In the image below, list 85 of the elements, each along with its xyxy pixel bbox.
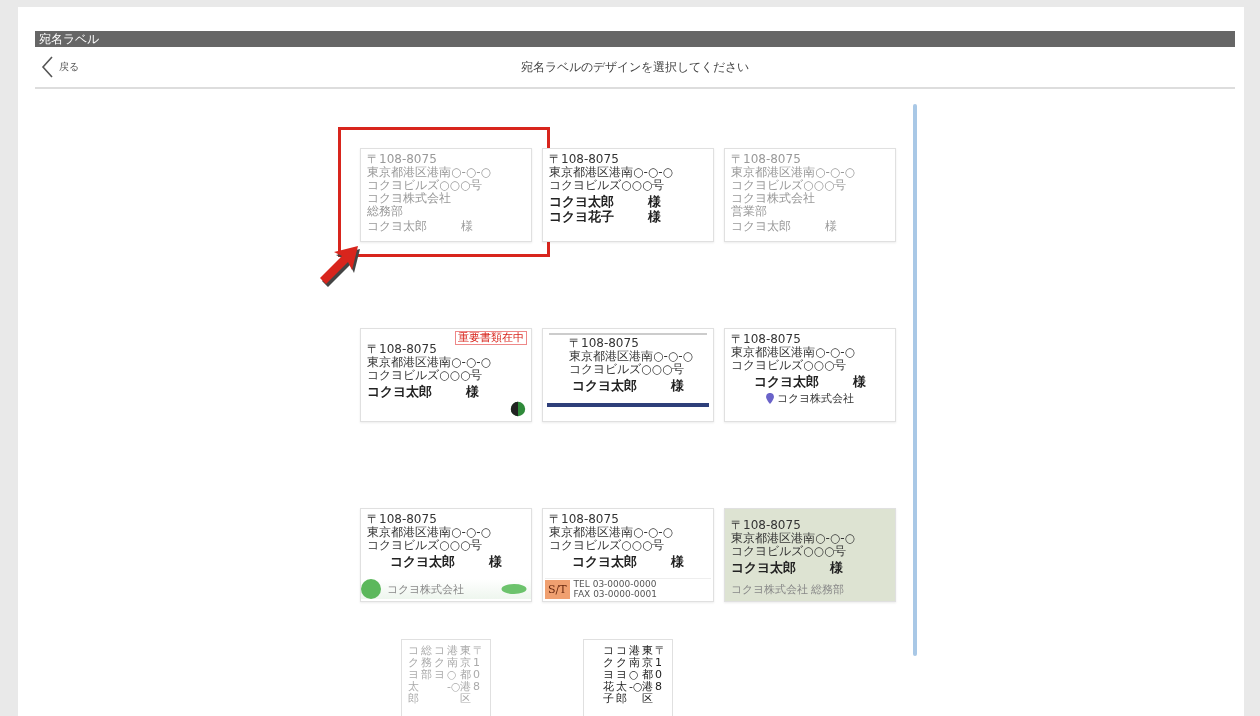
address-line: コクヨビルズ○○○号: [731, 359, 848, 372]
address-line: 東京都港区港南○-○-○: [731, 166, 857, 179]
address-line: コクヨビルズ○○○号: [549, 179, 666, 192]
circle-logo-icon: [510, 401, 526, 417]
vertical-text: コクヨ: [434, 645, 445, 684]
honorific: 様: [830, 560, 843, 575]
label-card[interactable]: 〒108-8075 東京都港区港南○-○-○ コクヨビルズ○○○号 コクヨ太郎 様 コクヨ株式会社: [360, 508, 532, 602]
circle-mark-icon: [361, 579, 381, 599]
address-line: 東京都港区港南○-○-○: [367, 526, 493, 539]
organization-line: 総務部: [367, 205, 404, 218]
address-line: コクヨビルズ○○○号: [569, 363, 686, 376]
honorific: 様: [671, 554, 684, 569]
page-title: 宛名ラベルのデザインを選択してください: [521, 58, 749, 76]
recipient-name: コクヨ太郎: [731, 560, 796, 575]
address-line: 〒108-8075: [731, 153, 802, 166]
address-line: コクヨビルズ○○○号: [549, 539, 666, 552]
vertical-text: コクヨ太郎: [408, 645, 419, 708]
honorific: 様: [461, 220, 473, 233]
address-line: 東京都港区港南○-○-○: [549, 166, 675, 179]
address-line: 東京都港区港南○-○-○: [367, 166, 493, 179]
contact-line: TEL 03-0000-0000: [573, 579, 657, 589]
app-title: 宛名ラベル: [39, 30, 99, 48]
vertical-text: 〒108: [473, 645, 484, 696]
address-line: 〒108-8075: [367, 343, 438, 356]
address-line: コクヨビルズ○○○号: [367, 369, 484, 382]
recipient-name: コクヨ花子: [549, 209, 614, 224]
recipient-name: コクヨ太郎: [367, 384, 432, 399]
label-card[interactable]: 〒108-8075 東京都港区港南○-○-○ コクヨビルズ○○○号 コクヨ太郎 様: [542, 328, 714, 422]
recipient-name: コクヨ太郎: [390, 554, 455, 569]
honorific: 様: [825, 220, 837, 233]
organization-line: コクヨ株式会社: [731, 192, 816, 205]
honorific: 様: [671, 378, 684, 393]
vertical-label-card[interactable]: コクヨ花子 コクヨ太郎 港南○-○ 東京都港区 〒108: [583, 639, 673, 716]
label-card[interactable]: 〒108-8075 東京都港区港南○-○-○ コクヨビルズ○○○号 コクヨ太郎 様 コクヨ花子 様: [542, 148, 714, 242]
address-line: 〒108-8075: [549, 153, 620, 166]
address-line: コクヨビルズ○○○号: [367, 179, 484, 192]
back-chevron-icon: [41, 56, 53, 78]
address-line: 東京都港区港南○-○-○: [367, 356, 493, 369]
back-button[interactable]: 戻る: [35, 56, 79, 78]
notice-stamp: 重要書類在中: [455, 331, 527, 345]
vertical-text: コクヨ花子: [603, 645, 614, 708]
honorific: 様: [489, 554, 502, 569]
organization-line: コクヨ株式会社: [367, 192, 452, 205]
vertical-text: 東京都港区: [642, 645, 653, 708]
address-line: 〒108-8075: [569, 337, 640, 350]
address-line: 東京都港区港南○-○-○: [549, 526, 675, 539]
vertical-text: 港南○-○: [447, 645, 458, 694]
logo-mark: S/T: [545, 579, 570, 599]
label-card[interactable]: 〒108-8075 東京都港区港南○-○-○ コクヨビルズ○○○号 コクヨ太郎 様 コクヨ株式会社: [724, 328, 896, 422]
address-line: コクヨビルズ○○○号: [731, 179, 848, 192]
honorific: 様: [853, 374, 866, 389]
vertical-text: 〒108: [655, 645, 666, 696]
recipient-name: コクヨ太郎: [572, 378, 637, 393]
recipient-name: コクヨ太郎: [572, 554, 637, 569]
address-line: 〒108-8075: [367, 513, 438, 526]
address-line: 〒108-8075: [731, 333, 802, 346]
scrollbar[interactable]: [913, 104, 917, 656]
label-card[interactable]: 〒108-8075 東京都港区港南○-○-○ コクヨビルズ○○○号 コクヨ太郎 様 コクヨ株式会社 総務部: [724, 508, 896, 602]
footer-text: コクヨ株式会社: [387, 581, 464, 597]
organization-line: 営業部: [731, 205, 768, 218]
honorific: 様: [648, 194, 661, 209]
honorific: 様: [648, 209, 661, 224]
vertical-text: コクヨ太郎: [616, 645, 627, 708]
recipient-name: コクヨ太郎: [754, 374, 819, 389]
vertical-text: 総務部: [421, 645, 432, 684]
oval-icon: [501, 584, 527, 594]
vertical-text: 港南○-○: [629, 645, 640, 694]
company-name: コクヨ株式会社: [777, 391, 854, 406]
contact-line: FAX 03-0000-0001: [573, 589, 657, 599]
vertical-text: 東京都港区: [460, 645, 471, 708]
address-line: 東京都港区港南○-○-○: [569, 350, 694, 363]
recipient-name: コクヨ太郎: [731, 220, 791, 233]
recipient-name: コクヨ太郎: [367, 220, 427, 233]
address-line: 東京都港区港南○-○-○: [731, 346, 856, 359]
label-card[interactable]: 重要書類在中 〒108-8075 東京都港区港南○-○-○ コクヨビルズ○○○号 コクヨ太郎 様: [360, 328, 532, 422]
honorific: 様: [466, 384, 479, 399]
footer-text: コクヨ株式会社 総務部: [731, 582, 846, 597]
address-line: コクヨビルズ○○○号: [731, 545, 848, 558]
recipient-name: コクヨ太郎: [549, 194, 614, 209]
address-line: 〒108-8075: [731, 519, 802, 532]
pin-icon: [766, 393, 774, 404]
address-line: 〒108-8075: [549, 513, 620, 526]
address-line: 東京都港区港南○-○-○: [731, 532, 857, 545]
address-line: コクヨビルズ○○○号: [367, 539, 484, 552]
address-line: 〒108-8075: [367, 153, 438, 166]
